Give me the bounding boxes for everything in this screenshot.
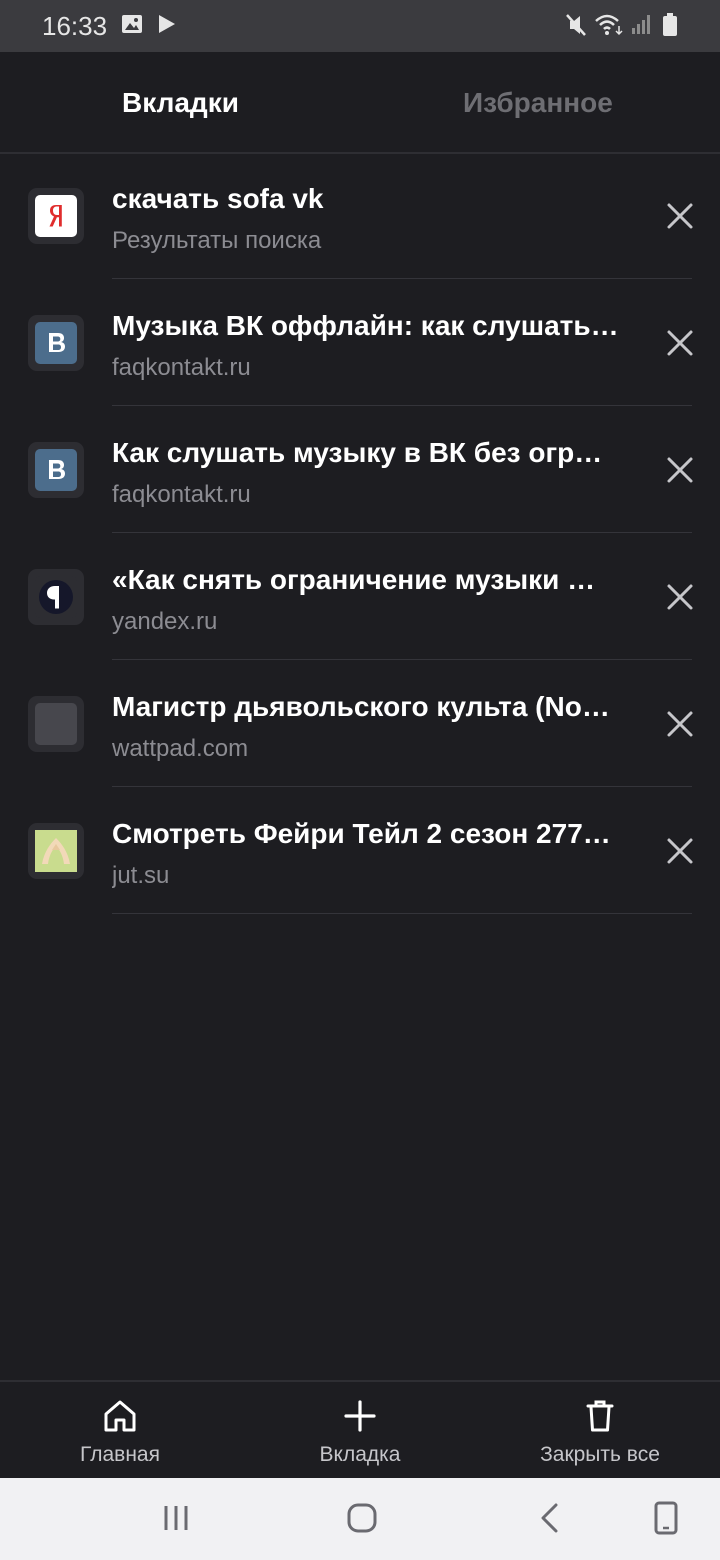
image-icon bbox=[122, 15, 142, 33]
signal-icon bbox=[632, 15, 650, 34]
tab-url: faqkontakt.ru bbox=[112, 481, 251, 508]
system-navbar bbox=[0, 1478, 720, 1560]
tabs-header: Вкладки Избранное bbox=[0, 52, 720, 154]
blank-favicon-icon bbox=[28, 696, 84, 752]
tab-url: Результаты поиска bbox=[112, 227, 322, 254]
tab-title: Как слушать музыку в ВК без огр… bbox=[112, 437, 603, 468]
vk-favicon-icon bbox=[28, 315, 84, 371]
status-bar: 16:33 bbox=[0, 0, 720, 52]
close-all-button[interactable]: Закрыть все bbox=[510, 1382, 690, 1480]
status-time: 16:33 bbox=[42, 11, 108, 41]
jutsu-favicon-icon bbox=[28, 823, 84, 879]
close-icon[interactable] bbox=[654, 190, 706, 242]
battery-icon bbox=[663, 13, 677, 36]
tab-title: скачать sofa vk bbox=[112, 183, 324, 214]
new-tab-button[interactable]: Вкладка bbox=[280, 1382, 440, 1480]
home-icon[interactable] bbox=[342, 1498, 382, 1538]
recent-apps-icon[interactable] bbox=[156, 1498, 196, 1538]
tab-url: jut.su bbox=[112, 862, 170, 889]
list-item[interactable]: Магистр дьявольского культа (No… wattpad… bbox=[0, 660, 720, 787]
close-icon[interactable] bbox=[654, 825, 706, 877]
trash-icon bbox=[586, 1400, 614, 1432]
tab-url: faqkontakt.ru bbox=[112, 354, 251, 381]
yandex-favicon-icon bbox=[28, 188, 84, 244]
tab-title: Музыка ВК оффлайн: как слушать… bbox=[112, 310, 619, 341]
tab-url: wattpad.com bbox=[112, 735, 249, 762]
divider bbox=[112, 913, 692, 914]
vk-favicon-icon bbox=[28, 442, 84, 498]
tab-tabs[interactable]: Вкладки bbox=[122, 86, 239, 120]
list-item[interactable]: Как слушать музыку в ВК без огр… faqkont… bbox=[0, 406, 720, 533]
close-icon[interactable] bbox=[654, 698, 706, 750]
play-icon bbox=[159, 15, 175, 33]
bottom-toolbar: Главная Вкладка Закрыть все bbox=[0, 1380, 720, 1480]
screen-rotate-icon[interactable] bbox=[646, 1498, 686, 1538]
close-icon[interactable] bbox=[654, 571, 706, 623]
close-icon[interactable] bbox=[654, 317, 706, 369]
yandex-zen-favicon-icon bbox=[28, 569, 84, 625]
home-button[interactable]: Главная bbox=[40, 1382, 200, 1480]
tab-bookmarks[interactable]: Избранное bbox=[463, 86, 613, 120]
plus-icon bbox=[344, 1400, 376, 1432]
list-item[interactable]: скачать sofa vk Результаты поиска bbox=[0, 152, 720, 279]
back-icon[interactable] bbox=[530, 1498, 570, 1538]
home-icon bbox=[104, 1400, 136, 1432]
close-icon[interactable] bbox=[654, 444, 706, 496]
list-item[interactable]: Музыка ВК оффлайн: как слушать… faqkonta… bbox=[0, 279, 720, 406]
mute-icon bbox=[566, 14, 586, 36]
home-label: Главная bbox=[80, 1443, 160, 1466]
close-all-label: Закрыть все bbox=[540, 1443, 660, 1466]
tab-title: Смотреть Фейри Тейл 2 сезон 277… bbox=[112, 818, 611, 849]
tab-url: yandex.ru bbox=[112, 608, 218, 635]
list-item[interactable]: «Как снять ограничение музыки … yandex.r… bbox=[0, 533, 720, 660]
tab-title: «Как снять ограничение музыки … bbox=[112, 564, 596, 595]
list-item[interactable]: Смотреть Фейри Тейл 2 сезон 277… jut.su bbox=[0, 787, 720, 914]
new-tab-label: Вкладка bbox=[319, 1443, 401, 1466]
tab-title: Магистр дьявольского культа (No… bbox=[112, 691, 610, 722]
wifi-icon bbox=[595, 14, 623, 36]
